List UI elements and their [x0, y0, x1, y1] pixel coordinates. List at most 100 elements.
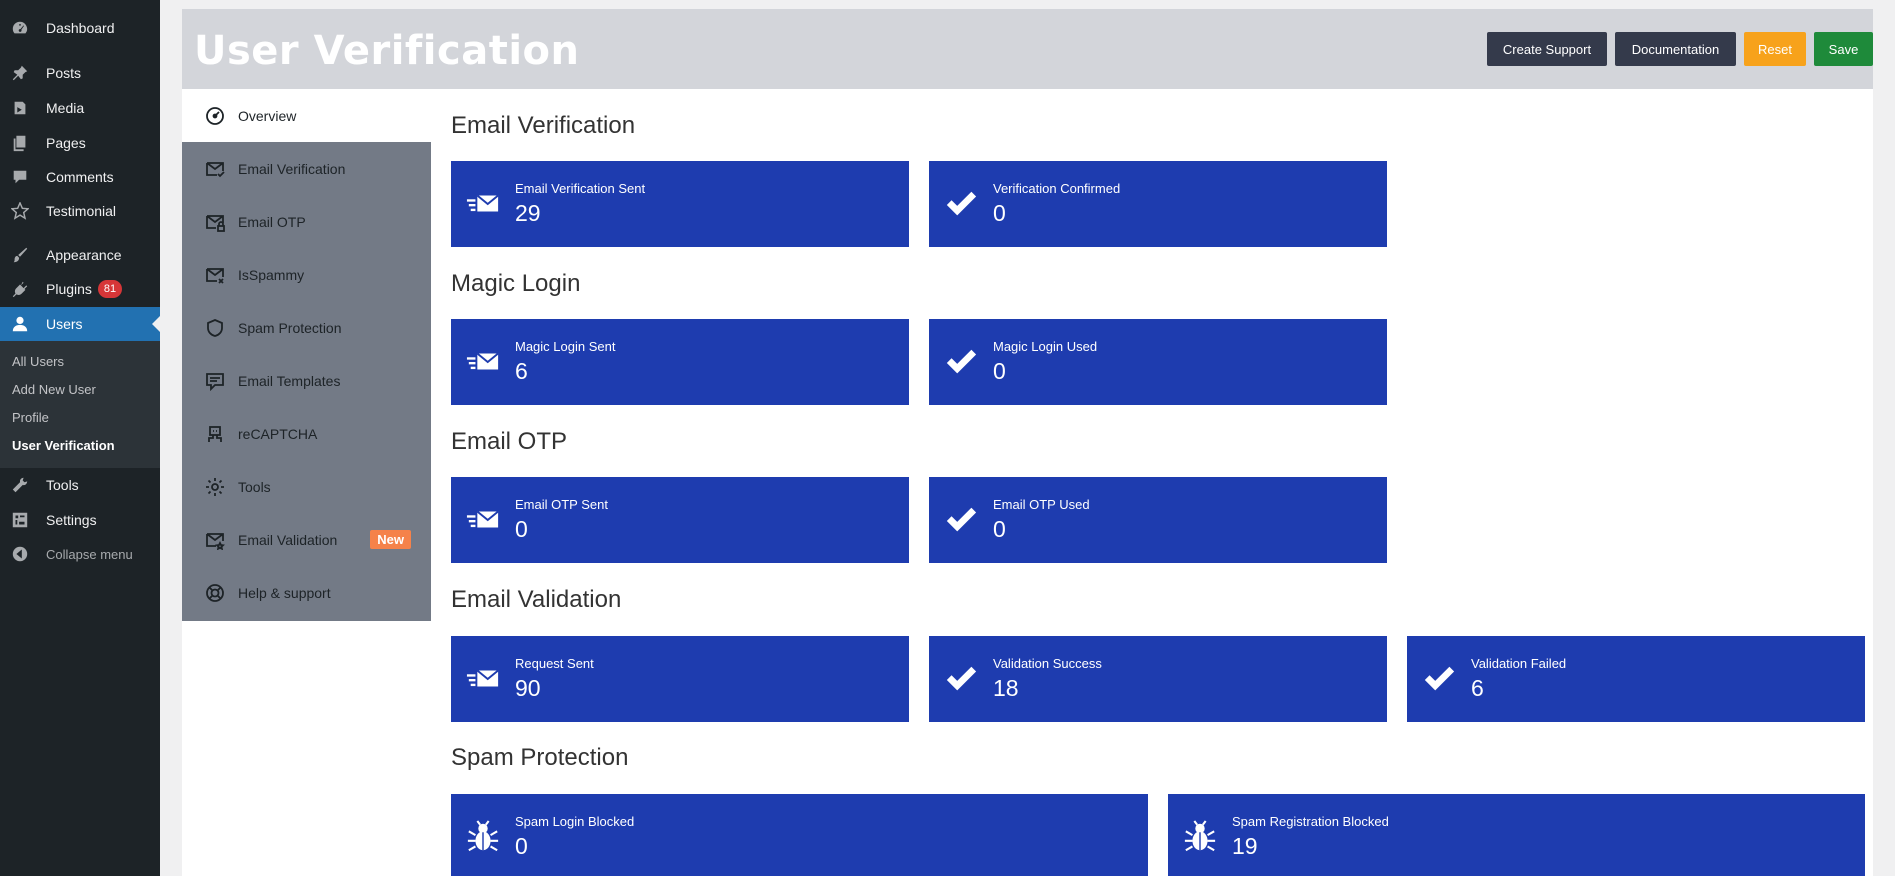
wp-menu-appearance[interactable]: Appearance [0, 238, 160, 272]
tab-email-validation[interactable]: Email Validation New [182, 513, 431, 566]
tab-email-otp[interactable]: Email OTP [182, 195, 431, 248]
stat-value: 0 [515, 833, 528, 859]
settings-icon [10, 510, 30, 530]
tab-tools[interactable]: Tools [182, 460, 431, 513]
page-title: User Verification [194, 28, 580, 74]
stat-value: 0 [993, 200, 1006, 226]
wp-menu-label: Testimonial [46, 203, 117, 219]
stat-card: Validation Success 18 [929, 636, 1387, 722]
wp-menu-label: Users [46, 316, 83, 332]
wp-menu-testimonial[interactable]: Testimonial [0, 194, 160, 228]
wp-menu-comments[interactable]: Comments [0, 160, 160, 194]
wp-menu-media[interactable]: Media [0, 91, 160, 125]
tab-email-templates[interactable]: Email Templates [182, 354, 431, 407]
pin-icon [10, 63, 30, 83]
mail-lock-icon [204, 211, 226, 233]
stat-value: 18 [993, 675, 1019, 701]
wp-menu-label: Media [46, 100, 85, 116]
wp-menu-label: Dashboard [46, 20, 115, 36]
new-badge: New [370, 530, 411, 549]
tab-overview[interactable]: Overview [182, 89, 431, 142]
tab-label: reCAPTCHA [238, 425, 318, 442]
wp-menu-tools[interactable]: Tools [0, 468, 160, 502]
tab-help-support[interactable]: Help & support [182, 566, 431, 619]
shield-icon [204, 317, 226, 339]
reset-button[interactable]: Reset [1744, 32, 1806, 66]
tab-recaptcha[interactable]: reCAPTCHA [182, 407, 431, 460]
submenu-add-new-user[interactable]: Add New User [12, 382, 96, 397]
save-button[interactable]: Save [1814, 32, 1873, 66]
check-icon [943, 502, 979, 538]
bug-icon [1182, 819, 1218, 855]
stat-value: 90 [515, 675, 541, 701]
stat-card: Magic Login Sent 6 [451, 319, 909, 405]
tab-isspammy[interactable]: IsSpammy [182, 248, 431, 301]
mail-check-icon [204, 158, 226, 180]
tab-label: Help & support [238, 584, 331, 601]
tab-label: IsSpammy [238, 266, 305, 283]
lifebuoy-icon [204, 582, 226, 604]
mail-send-icon [465, 344, 501, 380]
stat-label: Verification Confirmed [993, 181, 1121, 196]
mail-x-icon [204, 264, 226, 286]
submenu-all-users[interactable]: All Users [12, 354, 64, 369]
mail-send-icon [465, 502, 501, 538]
dashboard-icon [10, 18, 30, 38]
submenu-profile[interactable]: Profile [12, 410, 49, 425]
stat-value: 0 [993, 358, 1006, 384]
stat-label: Magic Login Sent [515, 339, 616, 354]
robot-icon [204, 423, 226, 445]
create-support-button[interactable]: Create Support [1487, 32, 1607, 66]
stat-label: Email OTP Used [993, 497, 1090, 512]
gauge-icon [204, 105, 226, 127]
wp-admin-sidebar: Dashboard Posts Media Pages Comments Tes… [0, 0, 160, 876]
comment-icon [10, 167, 30, 187]
wp-menu-label: Pages [46, 135, 86, 151]
template-icon [204, 370, 226, 392]
stat-card: Email Verification Sent 29 [451, 161, 909, 247]
stat-value: 29 [515, 200, 541, 226]
wp-menu-users[interactable]: Users [0, 307, 160, 341]
stat-label: Spam Registration Blocked [1232, 814, 1389, 829]
wp-menu-plugins[interactable]: Plugins 81 [0, 272, 160, 306]
wp-menu-dashboard[interactable]: Dashboard [0, 11, 160, 45]
wp-users-submenu: All Users Add New User Profile User Veri… [0, 341, 160, 468]
section-title-spam-protection: Spam Protection [451, 744, 629, 771]
gear-icon [204, 476, 226, 498]
wp-menu-label: Collapse menu [46, 546, 133, 562]
stat-card: Spam Registration Blocked 19 [1168, 794, 1865, 876]
stat-value: 6 [1471, 675, 1484, 701]
stat-label: Email Verification Sent [515, 181, 646, 196]
wp-menu-settings[interactable]: Settings [0, 503, 160, 537]
stat-card: Request Sent 90 [451, 636, 909, 722]
wp-collapse-menu[interactable]: Collapse menu [0, 537, 160, 571]
documentation-button[interactable]: Documentation [1615, 32, 1736, 66]
settings-panel: Overview Email Verification Email OTP Is… [182, 89, 1873, 876]
tab-spam-protection[interactable]: Spam Protection [182, 301, 431, 354]
stat-card: Verification Confirmed 0 [929, 161, 1387, 247]
wp-menu-label: Settings [46, 512, 97, 528]
check-icon [943, 186, 979, 222]
collapse-icon [10, 544, 30, 564]
stat-label: Validation Success [993, 656, 1102, 671]
stat-card: Validation Failed 6 [1407, 636, 1865, 722]
settings-tabs: Overview Email Verification Email OTP Is… [182, 89, 431, 621]
section-title-email-validation: Email Validation [451, 586, 622, 613]
stat-card: Magic Login Used 0 [929, 319, 1387, 405]
wp-menu-label: Tools [46, 477, 79, 493]
check-icon [1421, 661, 1457, 697]
wp-menu-pages[interactable]: Pages [0, 126, 160, 160]
wp-menu-label: Comments [46, 169, 114, 185]
tab-email-verification[interactable]: Email Verification [182, 142, 431, 195]
tab-label: Overview [238, 107, 297, 124]
plugin-header: User Verification Create Support Documen… [182, 9, 1873, 89]
wp-menu-posts[interactable]: Posts [0, 56, 160, 90]
tab-label: Email Templates [238, 372, 341, 389]
stat-value: 0 [515, 516, 528, 542]
submenu-user-verification[interactable]: User Verification [12, 438, 115, 453]
stat-label: Request Sent [515, 656, 594, 671]
check-icon [943, 344, 979, 380]
mail-send-icon [465, 661, 501, 697]
wrench-icon [10, 475, 30, 495]
tab-label: Tools [238, 478, 271, 495]
